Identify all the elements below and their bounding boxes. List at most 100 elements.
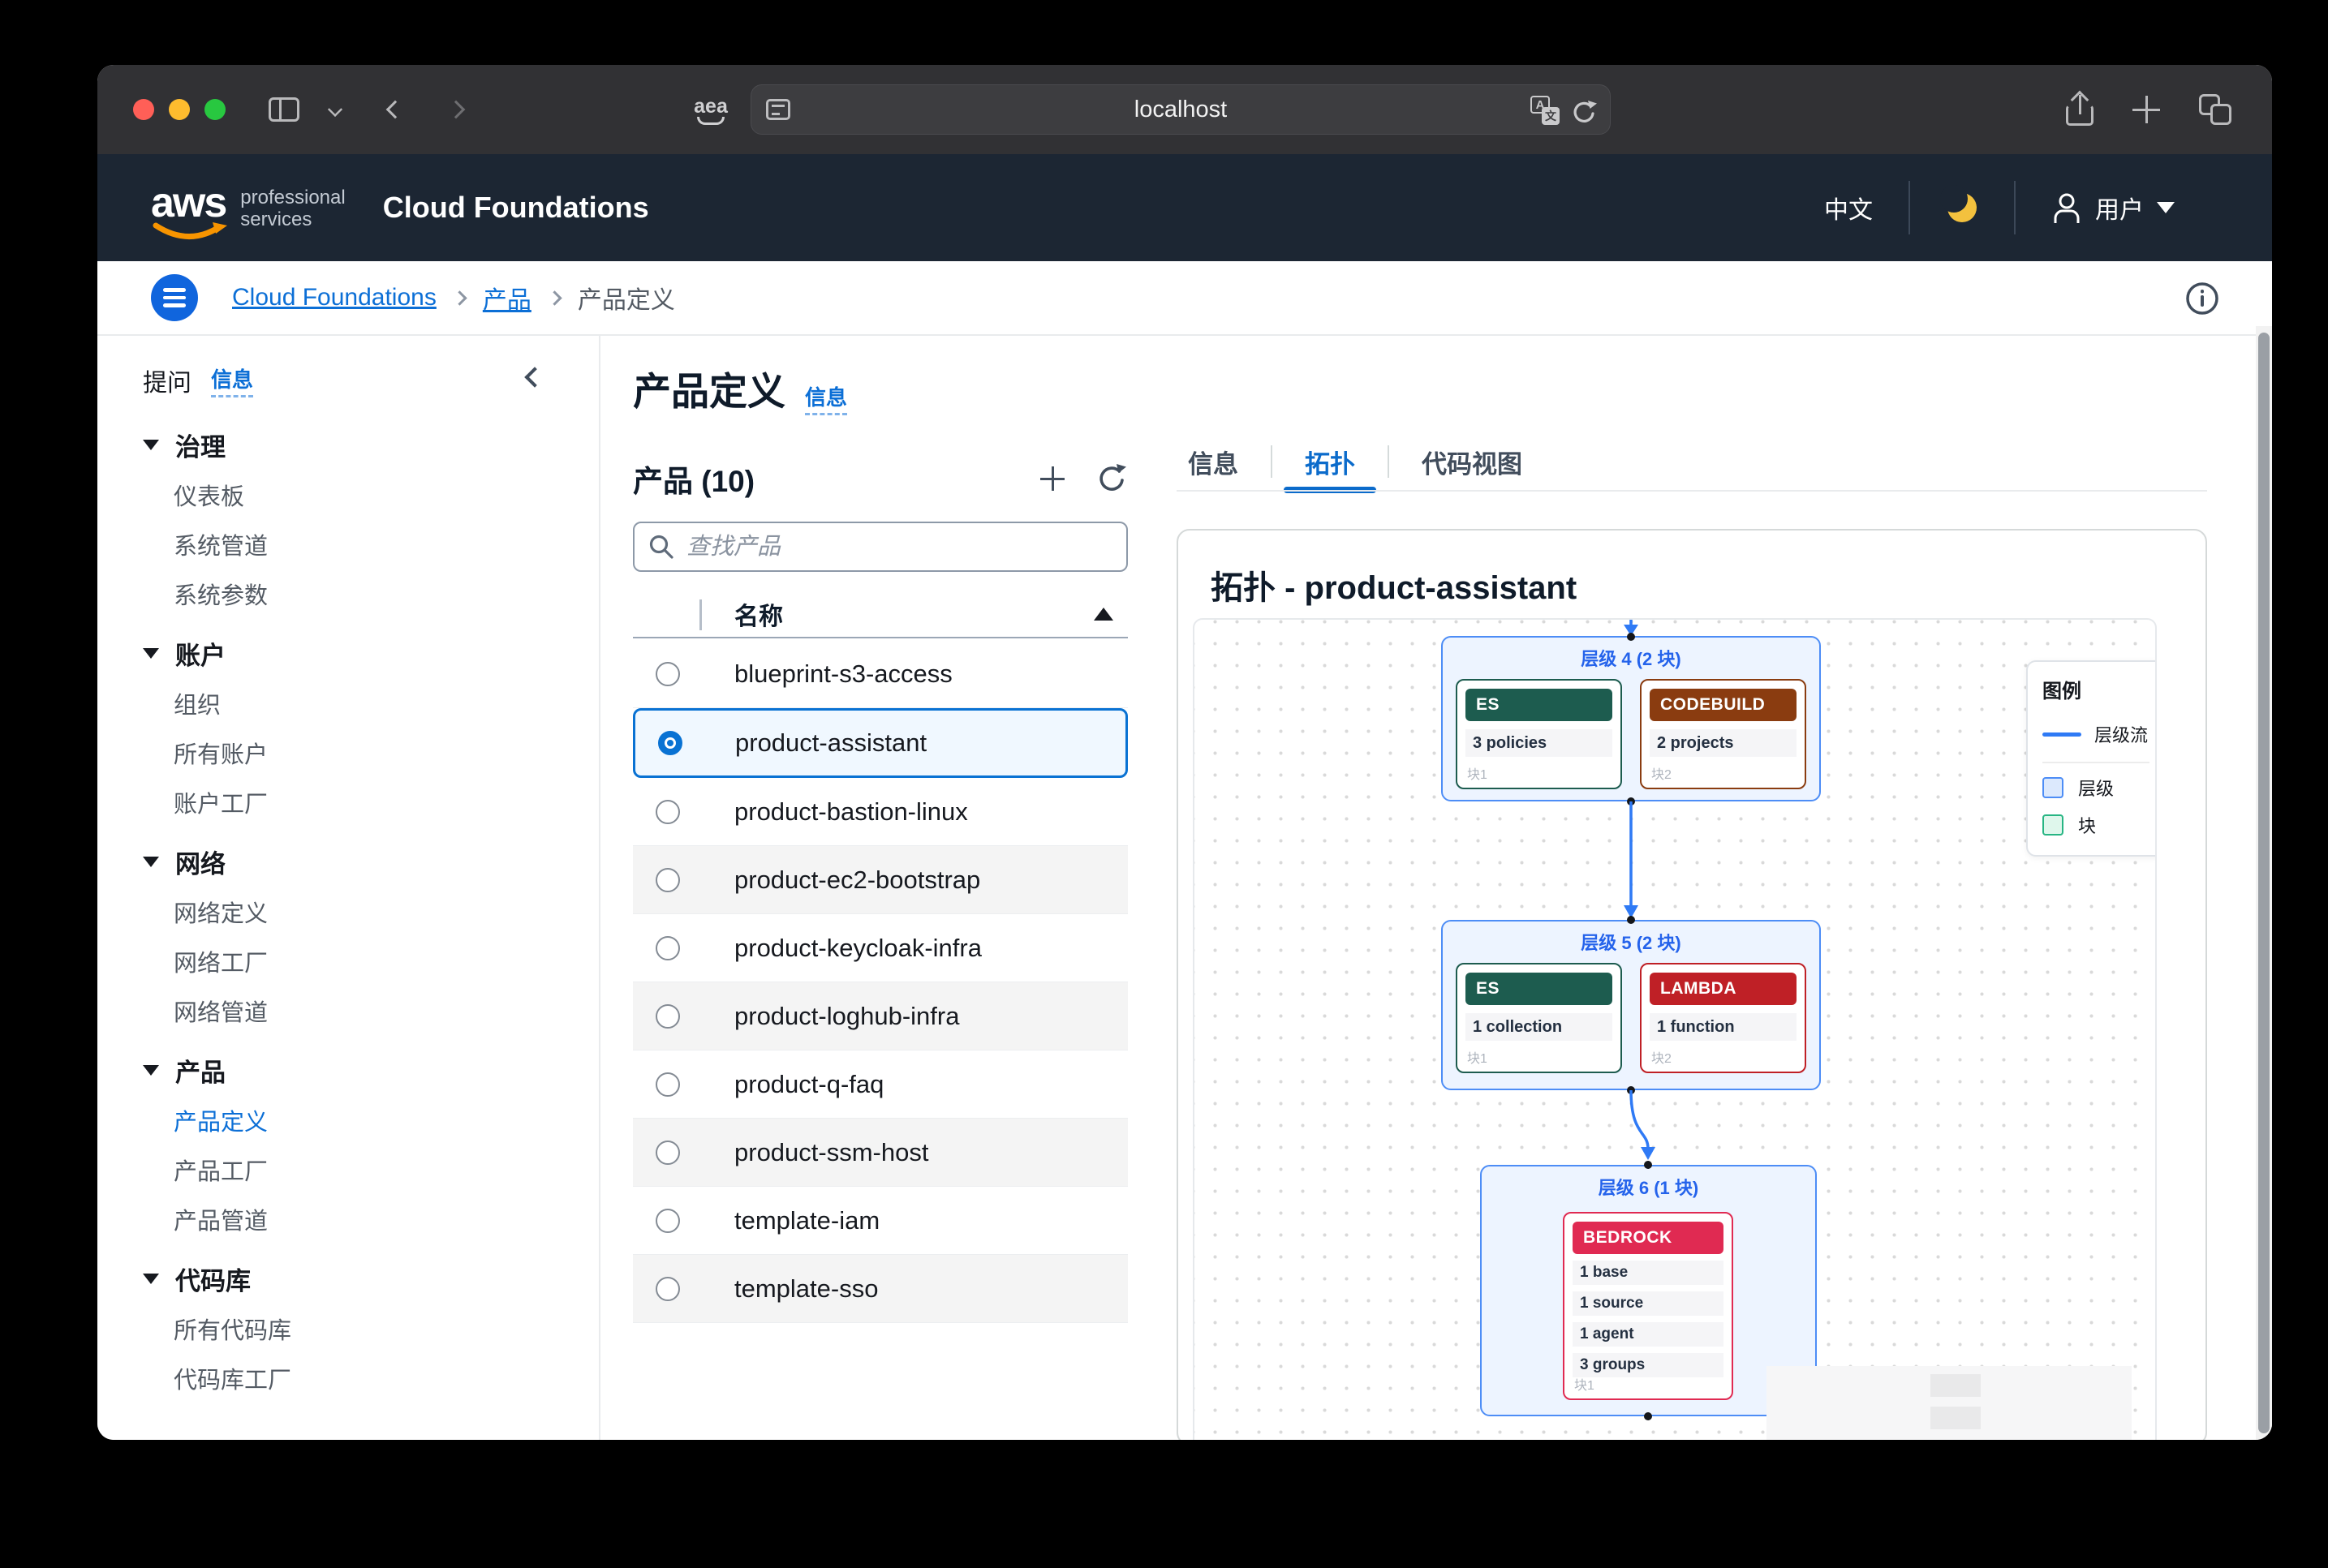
sidebar-item-network-factory[interactable]: 网络工厂 xyxy=(174,943,599,980)
new-tab-icon[interactable] xyxy=(2132,96,2160,123)
sidebar-item-network-definition[interactable]: 网络定义 xyxy=(174,893,599,930)
radio-button[interactable] xyxy=(656,868,680,892)
forward-button[interactable] xyxy=(438,65,474,154)
product-row-selected[interactable]: product-assistant xyxy=(633,708,1128,778)
sidebar-item-network-pipelines[interactable]: 网络管道 xyxy=(174,992,599,1029)
tab-code-view[interactable]: 代码视图 xyxy=(1389,432,1555,492)
es-block[interactable]: ES 1 collection 块1 xyxy=(1456,963,1622,1073)
app-header: aws professional services Cloud Foundati… xyxy=(97,154,2272,261)
sidebar-item-product-factory[interactable]: 产品工厂 xyxy=(174,1151,599,1188)
product-row[interactable]: template-iam xyxy=(633,1187,1128,1255)
ask-label: 提问 xyxy=(143,363,191,398)
sidebar-toggle-icon[interactable] xyxy=(264,65,304,154)
topology-diagram[interactable]: 层级 4 (2 块) ES 3 policies 块1 CODEBUILD xyxy=(1193,618,2157,1440)
radio-button[interactable] xyxy=(656,936,680,960)
minimize-window-button[interactable] xyxy=(169,99,190,120)
radio-button[interactable] xyxy=(656,1141,680,1165)
search-icon xyxy=(648,533,675,561)
es-service-chip: ES xyxy=(1465,689,1612,721)
block-swatch xyxy=(2042,814,2063,836)
extension-icon[interactable]: aea xyxy=(686,65,735,154)
column-header-name[interactable]: 名称 xyxy=(734,596,783,632)
radio-button[interactable] xyxy=(656,1209,680,1233)
address-bar[interactable]: localhost A文 xyxy=(751,84,1611,135)
product-row[interactable]: product-loghub-infra xyxy=(633,982,1128,1050)
sidebar-item-repository-factory[interactable]: 代码库工厂 xyxy=(174,1360,599,1397)
level-5-group[interactable]: 层级 5 (2 块) ES 1 collection 块1 LAMBDA xyxy=(1441,920,1821,1090)
level-4-group[interactable]: 层级 4 (2 块) ES 3 policies 块1 CODEBUILD xyxy=(1441,636,1821,801)
chevron-right-icon xyxy=(547,290,562,305)
radio-button[interactable] xyxy=(656,662,680,686)
sidebar-section-network[interactable]: 网络 xyxy=(143,842,599,881)
breadcrumb-link-products[interactable]: 产品 xyxy=(483,280,531,316)
triangle-down-icon xyxy=(143,1065,159,1076)
reload-icon[interactable] xyxy=(1569,97,1599,127)
sidebar-item-product-pipelines[interactable]: 产品管道 xyxy=(174,1201,599,1238)
product-row[interactable]: product-bastion-linux xyxy=(633,778,1128,846)
sidebar-section-governance[interactable]: 治理 xyxy=(143,425,599,464)
level-swatch xyxy=(2042,777,2063,798)
sort-ascending-icon[interactable] xyxy=(1094,608,1113,621)
translate-icon[interactable]: A文 xyxy=(1530,96,1560,125)
scrollbar-thumb[interactable] xyxy=(2258,333,2270,1433)
browser-toolbar: aea localhost A文 xyxy=(97,65,2272,154)
product-row[interactable]: product-ssm-host xyxy=(633,1119,1128,1187)
product-row[interactable]: template-sso xyxy=(633,1255,1128,1323)
level-flow-swatch xyxy=(2042,732,2081,737)
share-icon[interactable] xyxy=(2066,93,2093,126)
bedrock-block[interactable]: BEDROCK 1 base 1 source 1 agent 3 groups… xyxy=(1563,1212,1733,1400)
radio-button[interactable] xyxy=(656,1277,680,1301)
topology-heading: 拓扑 - product-assistant xyxy=(1178,531,2205,608)
chevron-down-icon[interactable] xyxy=(323,65,347,154)
sidebar-item-account-factory[interactable]: 账户工厂 xyxy=(174,784,599,821)
user-menu[interactable]: 用户 xyxy=(2051,190,2175,226)
product-row[interactable]: product-q-faq xyxy=(633,1050,1128,1119)
ask-info-link[interactable]: 信息 xyxy=(211,363,253,397)
codebuild-block[interactable]: CODEBUILD 2 projects 块2 xyxy=(1640,679,1806,789)
sidebar-section-products[interactable]: 产品 xyxy=(143,1050,599,1089)
tab-topology[interactable]: 拓扑 xyxy=(1272,432,1388,492)
radio-button[interactable] xyxy=(656,1072,680,1097)
close-window-button[interactable] xyxy=(133,99,154,120)
sidebar-section-repositories[interactable]: 代码库 xyxy=(143,1259,599,1298)
page-info-link[interactable]: 信息 xyxy=(805,381,847,415)
sidebar-item-system-parameters[interactable]: 系统参数 xyxy=(174,575,599,612)
dark-mode-toggle-moon-icon[interactable] xyxy=(1946,191,1978,224)
reader-mode-icon[interactable] xyxy=(766,99,790,120)
sidebar-item-dashboard[interactable]: 仪表板 xyxy=(174,476,599,513)
page-title: 产品定义 xyxy=(633,360,785,416)
sidebar-item-organization[interactable]: 组织 xyxy=(174,685,599,722)
product-row[interactable]: product-ec2-bootstrap xyxy=(633,846,1128,914)
sidebar-section-accounts[interactable]: 账户 xyxy=(143,634,599,672)
search-box xyxy=(633,522,1128,572)
refresh-button[interactable] xyxy=(1095,462,1128,495)
es-block[interactable]: ES 3 policies 块1 xyxy=(1456,679,1622,789)
sidebar-item-system-pipelines[interactable]: 系统管道 xyxy=(174,526,599,563)
language-switch[interactable]: 中文 xyxy=(1824,190,1873,226)
sidebar-item-all-repositories[interactable]: 所有代码库 xyxy=(174,1310,599,1347)
table-header[interactable]: 名称 xyxy=(633,591,1128,638)
breadcrumb-link-home[interactable]: Cloud Foundations xyxy=(232,284,437,311)
lambda-block[interactable]: LAMBDA 1 function 块2 xyxy=(1640,963,1806,1073)
radio-button[interactable] xyxy=(656,800,680,824)
extension-badge-label: aea xyxy=(694,95,728,118)
info-icon[interactable] xyxy=(2184,281,2220,316)
add-product-button[interactable] xyxy=(1040,466,1065,491)
product-row[interactable]: blueprint-s3-access xyxy=(633,640,1128,708)
browser-window: aea localhost A文 xyxy=(97,65,2272,1440)
radio-button[interactable] xyxy=(656,1004,680,1029)
minimap-placeholder xyxy=(1766,1366,2132,1440)
zoom-window-button[interactable] xyxy=(204,99,226,120)
back-button[interactable] xyxy=(377,65,413,154)
breadcrumb-current: 产品定义 xyxy=(578,280,675,316)
menu-button[interactable] xyxy=(151,274,198,321)
product-row[interactable]: product-keycloak-infra xyxy=(633,914,1128,982)
sidebar-item-product-definition[interactable]: 产品定义 xyxy=(174,1102,599,1139)
tab-info[interactable]: 信息 xyxy=(1177,432,1271,492)
tab-overview-icon[interactable] xyxy=(2199,94,2231,125)
page-scrollbar[interactable] xyxy=(2256,326,2272,1440)
url-text[interactable]: localhost xyxy=(751,97,1610,123)
sidebar-item-all-accounts[interactable]: 所有账户 xyxy=(174,734,599,771)
radio-button-selected[interactable] xyxy=(658,731,682,755)
search-input[interactable] xyxy=(686,534,1113,561)
